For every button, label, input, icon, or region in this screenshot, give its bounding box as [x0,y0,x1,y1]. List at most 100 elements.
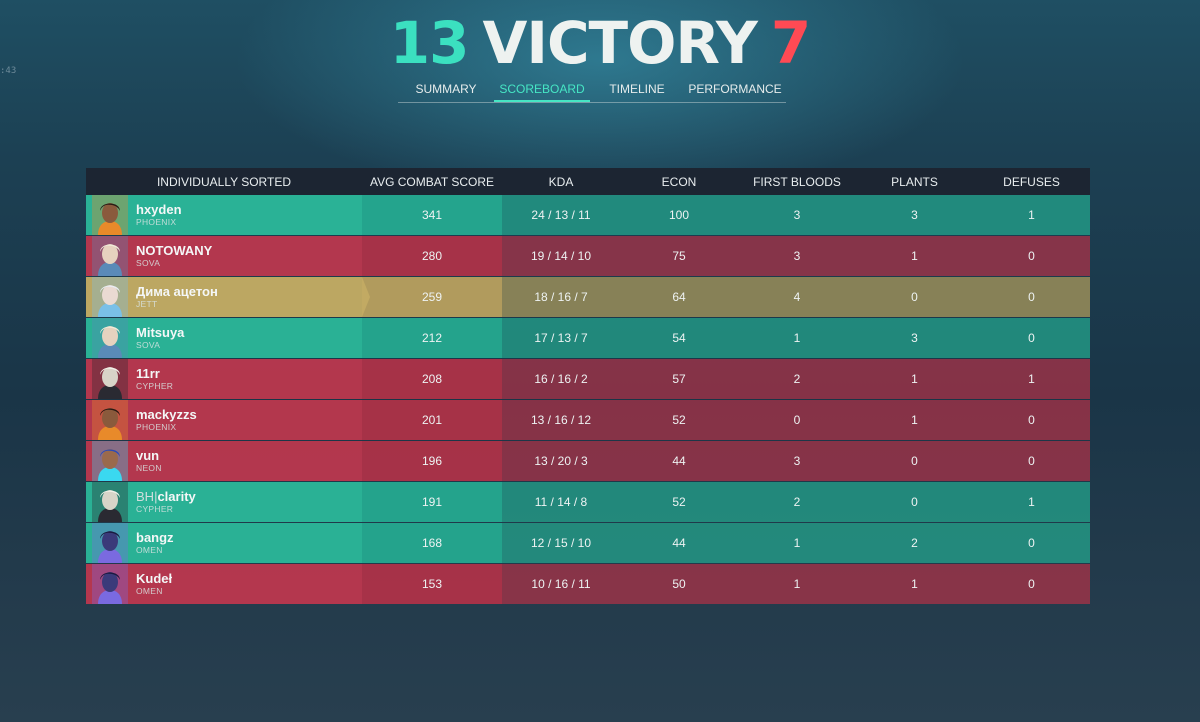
first-bloods-value: 3 [793,208,801,222]
table-row[interactable]: Mitsuya SOVA 212 17 / 13 / 7 54 1 3 0 [86,318,1090,358]
omen-agent-icon [92,564,128,604]
header-econ[interactable]: ECON [620,175,738,189]
plants-value: 0 [911,290,918,304]
defuses-value: 1 [1028,372,1035,386]
player-name-text: 11rr [136,366,160,381]
player-cell[interactable]: mackyzzs PHOENIX [86,400,362,440]
econ-value: 44 [672,536,686,550]
first-bloods-value: 1 [793,577,801,591]
player-name: BH|clarity [136,489,196,504]
player-name-text: Kudeł [136,571,173,586]
player-info: hxyden PHOENIX [136,202,182,228]
sova-agent-icon [92,236,128,276]
first-bloods-value: 3 [793,249,801,263]
player-name-text: mackyzzs [136,407,197,422]
player-cell[interactable]: Mitsuya SOVA [86,318,362,358]
plants-value: 1 [911,372,918,386]
econ-value: 50 [672,577,686,591]
player-name-text: Mitsuya [136,325,185,340]
table-row[interactable]: 11rr CYPHER 208 16 / 16 / 2 57 2 1 1 [86,359,1090,399]
kda-value: 16 / 16 / 2 [534,372,588,386]
phoenix-agent-icon [92,400,128,440]
first-bloods-value: 2 [793,495,801,509]
phoenix-agent-icon [92,195,128,235]
cypher-agent-icon [92,359,128,399]
player-info: Kudeł OMEN [136,571,172,597]
kda-value: 19 / 14 / 10 [530,249,592,263]
acs-value: 280 [362,236,502,276]
table-row[interactable]: hxyden PHOENIX 341 24 / 13 / 11 100 3 3 1 [86,195,1090,235]
plants-value: 3 [911,331,918,345]
econ-value: 75 [672,249,686,263]
table-row[interactable]: mackyzzs PHOENIX 201 13 / 16 / 12 52 0 1 0 [86,400,1090,440]
agent-name: PHOENIX [136,217,177,227]
header-acs[interactable]: AVG COMBAT SCORE [362,175,502,189]
header-first-bloods[interactable]: FIRST BLOODS [738,175,856,189]
header-plants[interactable]: PLANTS [856,175,973,189]
cypher-agent-icon [92,482,128,522]
acs-value: 208 [362,359,502,399]
player-cell[interactable]: vun NEON [86,441,362,481]
acs-value: 196 [362,441,502,481]
acs-value: 191 [362,482,502,522]
player-name: bangz [136,530,174,545]
header-sort[interactable]: INDIVIDUALLY SORTED [86,175,362,189]
player-info: bangz OMEN [136,530,174,556]
player-name-text: NOTOWANY [136,243,213,258]
plants-value: 2 [911,536,918,550]
jett-agent-icon [92,277,128,317]
tab-timeline[interactable]: TIMELINE [590,78,684,101]
player-name: Kudeł [136,571,172,586]
acs-value: 153 [362,564,502,604]
agent-name: OMEN [136,545,163,555]
tab-performance[interactable]: PERFORMANCE [684,78,786,101]
player-cell[interactable]: bangz OMEN [86,523,362,563]
kda-value: 13 / 16 / 12 [530,413,592,427]
table-row[interactable]: NOTOWANY SOVA 280 19 / 14 / 10 75 3 1 0 [86,236,1090,276]
agent-name: SOVA [136,258,161,268]
first-bloods-value: 1 [793,536,801,550]
player-name: vun [136,448,162,463]
player-cell[interactable]: BH|clarity CYPHER [86,482,362,522]
econ-value: 52 [672,413,686,427]
kda-value: 17 / 13 / 7 [534,331,588,345]
player-name: hxyden [136,202,182,217]
table-row[interactable]: Kudeł OMEN 153 10 / 16 / 11 50 1 1 0 [86,564,1090,604]
tab-scoreboard[interactable]: SCOREBOARD [494,78,590,102]
econ-value: 64 [672,290,686,304]
player-cell[interactable]: Kudeł OMEN [86,564,362,604]
agent-name: CYPHER [136,381,174,391]
econ-value: 54 [672,331,686,345]
tab-summary[interactable]: SUMMARY [398,78,494,101]
kda-value: 10 / 16 / 11 [531,577,591,591]
table-row[interactable]: BH|clarity CYPHER 191 11 / 14 / 8 52 2 0 1 [86,482,1090,522]
defuses-value: 1 [1028,495,1035,509]
kda-value: 24 / 13 / 11 [531,208,591,222]
player-cell[interactable]: hxyden PHOENIX [86,195,362,235]
player-name-text: vun [136,448,160,463]
econ-value: 57 [672,372,686,386]
econ-value: 52 [672,495,686,509]
player-name: mackyzzs [136,407,197,422]
player-name: Mitsuya [136,325,184,340]
table-row[interactable]: Дима ацетон JETT 259 18 / 16 / 7 64 4 0 0 [86,277,1090,317]
player-info: Дима ацетон JETT [136,284,218,310]
header-defuses[interactable]: DEFUSES [973,175,1090,189]
first-bloods-value: 1 [793,331,801,345]
match-result: VICTORY [482,9,757,77]
plants-value: 1 [911,249,918,263]
acs-value: 201 [362,400,502,440]
table-row[interactable]: bangz OMEN 168 12 / 15 / 10 44 1 2 0 [86,523,1090,563]
agent-name: JETT [136,299,158,309]
neon-agent-icon [92,441,128,481]
player-cell[interactable]: NOTOWANY SOVA [86,236,362,276]
defuses-value: 0 [1028,536,1035,550]
econ-value: 100 [668,208,690,222]
enemy-score: 7 [770,9,811,77]
table-row[interactable]: vun NEON 196 13 / 20 / 3 44 3 0 0 [86,441,1090,481]
header-kda[interactable]: KDA [502,175,620,189]
defuses-value: 0 [1028,454,1035,468]
player-cell[interactable]: Дима ацетон JETT [86,277,370,317]
first-bloods-value: 2 [793,372,801,386]
player-cell[interactable]: 11rr CYPHER [86,359,362,399]
